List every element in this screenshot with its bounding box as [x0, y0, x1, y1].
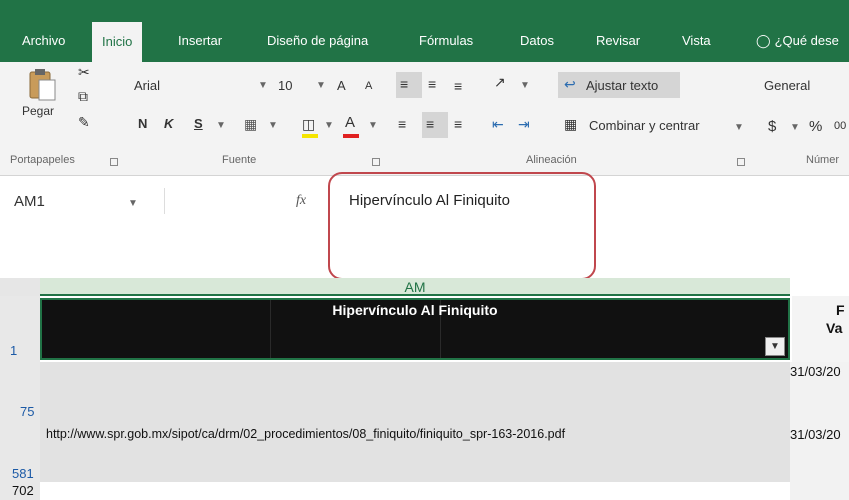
alignment-group-label: Alineación: [526, 154, 577, 166]
font-color-button[interactable]: A: [345, 114, 355, 131]
tab-formulas[interactable]: Fórmulas: [419, 33, 473, 48]
filter-dropdown-button[interactable]: ▼: [765, 337, 785, 356]
tab-diseno[interactable]: Diseño de página: [267, 33, 368, 48]
paste-icon: [29, 69, 56, 101]
alignment-launcher-icon[interactable]: [737, 158, 745, 166]
wrap-text-icon: ↩: [564, 76, 576, 92]
chevron-down-icon: ▼: [258, 80, 268, 91]
tab-revisar[interactable]: Revisar: [596, 33, 640, 48]
shrink-font-button[interactable]: A: [365, 80, 372, 92]
decrease-indent-icon[interactable]: ⇤: [492, 116, 504, 132]
copy-icon[interactable]: ⧉: [78, 88, 88, 104]
align-center-icon[interactable]: ≡: [426, 116, 434, 132]
fill-color-icon[interactable]: ◫: [302, 116, 315, 132]
namebox-divider: [164, 188, 165, 214]
date-cell[interactable]: 31/03/20: [790, 427, 841, 442]
chevron-down-icon: ▼: [324, 120, 334, 131]
font-name-select[interactable]: Arial ▼: [128, 76, 268, 96]
font-name-value: Arial: [134, 78, 161, 93]
row-number[interactable]: 1: [10, 343, 17, 358]
column-header-am[interactable]: AM: [40, 278, 790, 296]
chevron-down-icon: ▼: [520, 80, 530, 91]
chevron-down-icon: ▼: [216, 120, 226, 131]
row-number[interactable]: 702: [12, 483, 34, 498]
hyperlink-cell[interactable]: http://www.spr.gob.mx/sipot/ca/drm/02_pr…: [46, 427, 565, 441]
currency-button[interactable]: $: [768, 118, 776, 135]
number-format-select[interactable]: General: [764, 78, 810, 93]
ribbon-body: Pegar ✂ ⧉ ✎ Portapapeles Arial ▼ 10 ▼ A …: [0, 62, 849, 176]
tab-inicio[interactable]: Inicio: [92, 22, 143, 62]
annotation-callout: [328, 172, 596, 280]
underline-button[interactable]: S: [194, 116, 203, 131]
number-group-label: Númer: [806, 154, 840, 166]
next-column-header-text: F: [836, 302, 845, 318]
tab-vista[interactable]: Vista: [682, 33, 711, 48]
percent-button[interactable]: %: [809, 118, 822, 135]
lightbulb-icon: ◯: [756, 33, 771, 48]
italic-button[interactable]: K: [164, 116, 173, 131]
function-icon[interactable]: fx: [296, 193, 306, 209]
font-group-label: Fuente: [222, 154, 257, 166]
bold-button[interactable]: N: [138, 116, 147, 131]
paste-label: Pegar: [22, 104, 55, 118]
grow-font-button[interactable]: A: [337, 78, 346, 93]
row-number[interactable]: 581: [12, 466, 34, 481]
select-all-corner[interactable]: [0, 278, 40, 296]
comma-button[interactable]: 00: [834, 120, 846, 132]
chevron-down-icon: ▼: [368, 120, 378, 131]
header-cell-text: Hipervínculo Al Finiquito: [332, 302, 498, 318]
align-right-icon[interactable]: ≡: [454, 116, 462, 132]
fill-color-swatch: [302, 134, 318, 138]
tell-me-box[interactable]: ◯ ¿Qué dese: [756, 33, 839, 49]
merge-center-icon: ▦: [564, 116, 578, 132]
format-painter-icon[interactable]: ✎: [78, 114, 90, 130]
merge-center-button[interactable]: Combinar y centrar: [589, 118, 700, 133]
clipboard-group-label: Portapapeles: [10, 154, 75, 166]
align-top-icon[interactable]: ≡: [400, 76, 408, 92]
tab-datos[interactable]: Datos: [520, 33, 554, 48]
chevron-down-icon[interactable]: ▼: [128, 198, 138, 209]
align-left-icon[interactable]: ≡: [398, 116, 406, 132]
chevron-down-icon: ▼: [790, 122, 800, 133]
next-column-header-text: Va: [826, 320, 843, 336]
orientation-icon[interactable]: ↗: [494, 74, 506, 90]
align-middle-icon[interactable]: ≡: [428, 76, 436, 92]
increase-indent-icon[interactable]: ⇥: [518, 116, 530, 132]
borders-icon[interactable]: ▦: [244, 116, 257, 132]
align-bottom-icon[interactable]: ≡: [454, 78, 462, 94]
cut-icon[interactable]: ✂: [78, 64, 90, 80]
ribbon-tab-bar: Archivo Inicio Insertar Diseño de página…: [0, 0, 849, 62]
font-size-select[interactable]: 10 ▼: [272, 76, 328, 96]
clipboard-launcher-icon[interactable]: [110, 158, 118, 166]
chevron-down-icon: ▼: [734, 122, 744, 133]
chevron-down-icon: ▼: [316, 80, 326, 91]
chevron-down-icon: ▼: [268, 120, 278, 131]
tab-insertar[interactable]: Insertar: [178, 33, 222, 48]
date-cell[interactable]: 31/03/20: [790, 364, 841, 379]
font-launcher-icon[interactable]: [372, 158, 380, 166]
font-color-swatch: [343, 134, 359, 138]
data-cell-block[interactable]: [40, 362, 790, 482]
tell-me-label: ¿Qué dese: [774, 33, 839, 48]
row-number[interactable]: 75: [20, 404, 34, 419]
font-size-value: 10: [278, 78, 293, 93]
wrap-text-button[interactable]: Ajustar texto: [586, 78, 658, 93]
name-box[interactable]: AM1: [14, 193, 45, 210]
tab-archivo[interactable]: Archivo: [22, 33, 65, 48]
paste-button[interactable]: Pegar: [22, 68, 58, 118]
